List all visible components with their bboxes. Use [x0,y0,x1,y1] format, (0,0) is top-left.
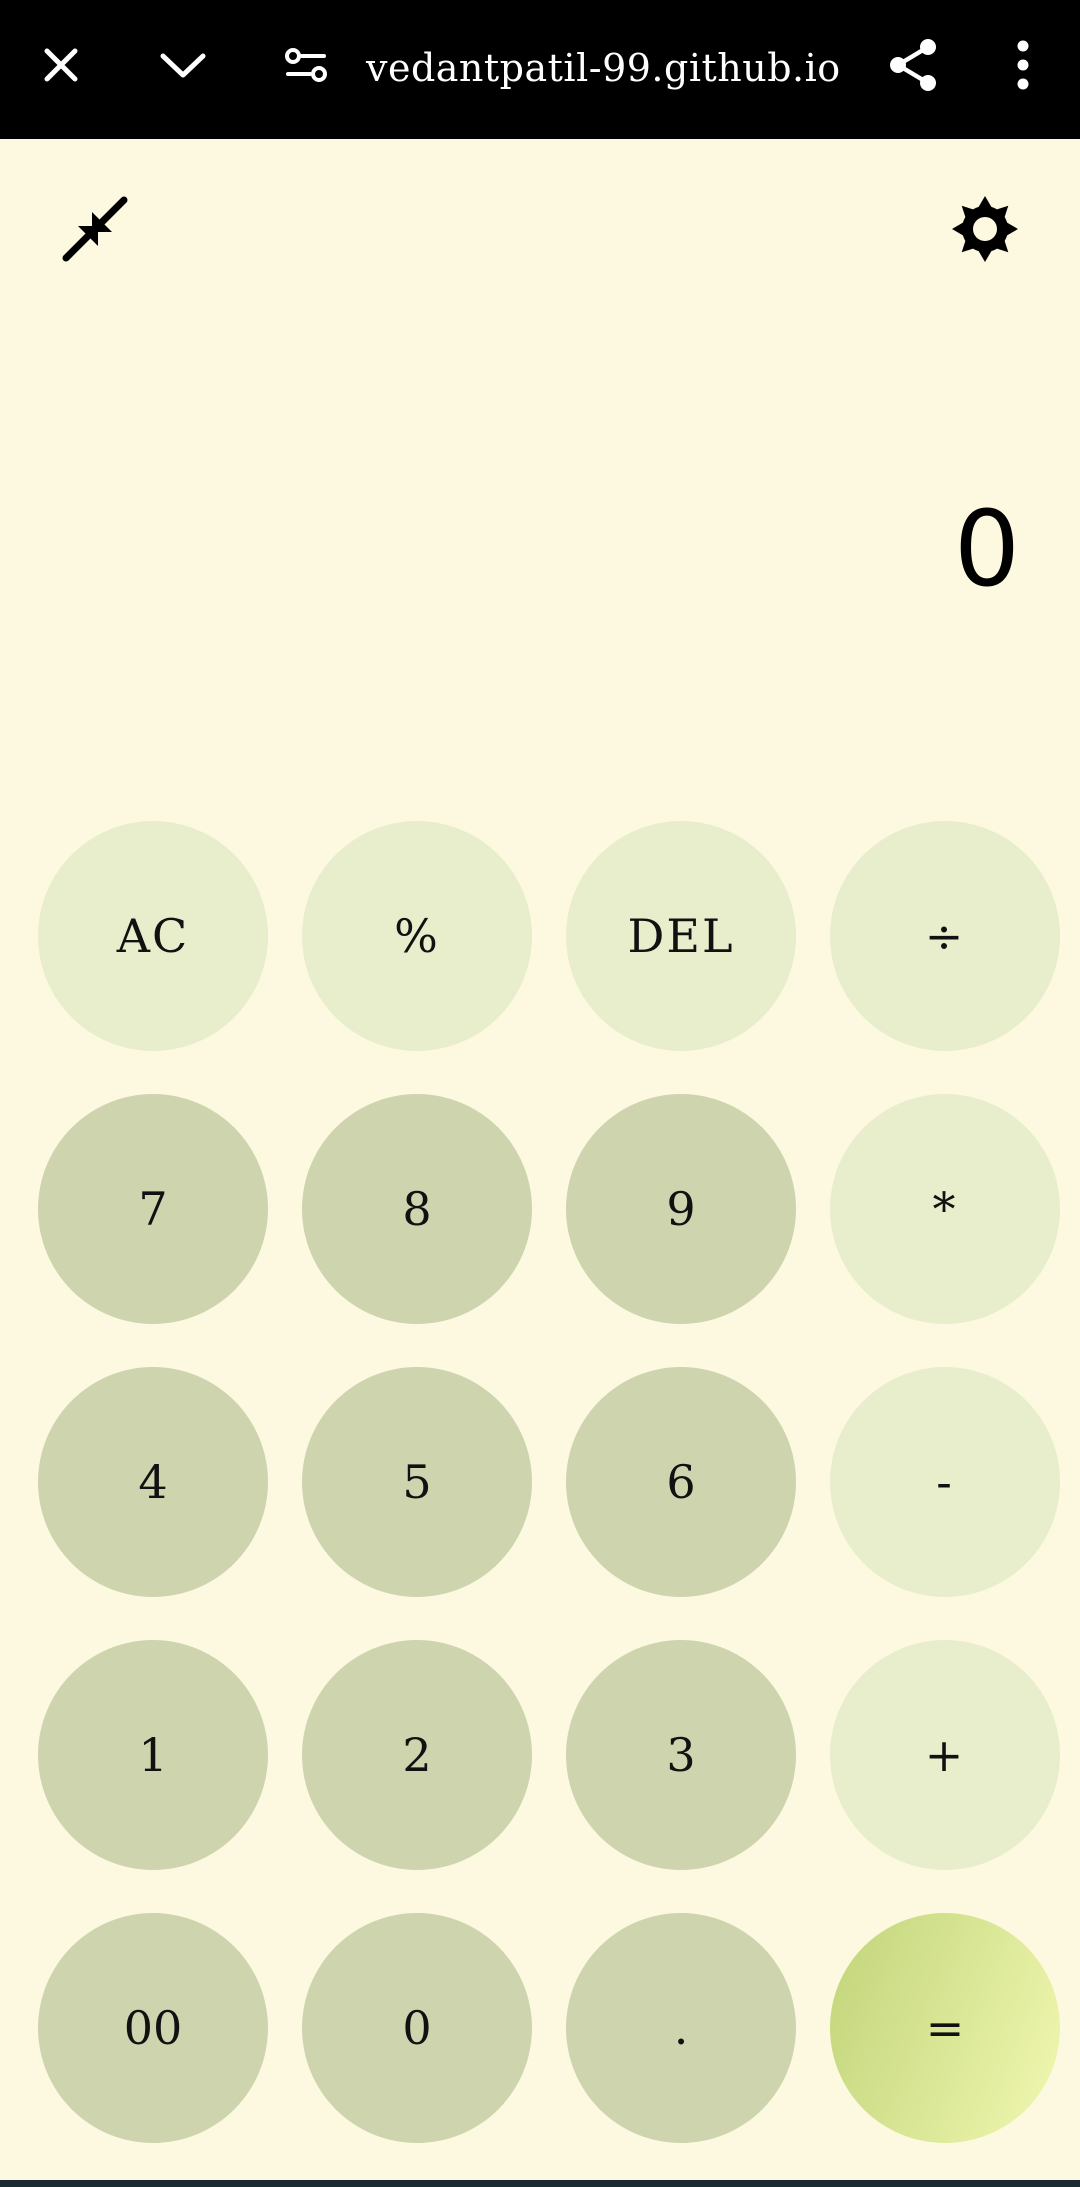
calculator-app: 0 AC % DEL ÷ 7 8 9 * 4 5 6 - 1 2 3 + 00 … [0,139,1080,2180]
more-vert-icon[interactable] [988,30,1058,100]
tune-icon[interactable] [271,30,341,100]
chevron-down-icon[interactable] [148,30,218,100]
subtract-button[interactable]: - [830,1367,1060,1597]
double-zero-button[interactable]: 00 [38,1913,268,2143]
digit-2-button[interactable]: 2 [302,1640,532,1870]
multiply-button[interactable]: * [830,1094,1060,1324]
add-button[interactable]: + [830,1640,1060,1870]
digit-7-button[interactable]: 7 [38,1094,268,1324]
result-display: 0 [953,488,1020,610]
digit-1-button[interactable]: 1 [38,1640,268,1870]
sun-gear-icon[interactable] [945,189,1025,269]
minimize-arrows-icon[interactable] [55,189,135,269]
digit-8-button[interactable]: 8 [302,1094,532,1324]
divide-button[interactable]: ÷ [830,821,1060,1051]
share-icon[interactable] [878,30,948,100]
digit-4-button[interactable]: 4 [38,1367,268,1597]
delete-button[interactable]: DEL [566,821,796,1051]
browser-toolbar: vedantpatil-99.github.io [0,0,1080,139]
percent-button[interactable]: % [302,821,532,1051]
all-clear-button[interactable]: AC [38,821,268,1051]
digit-6-button[interactable]: 6 [566,1367,796,1597]
digit-3-button[interactable]: 3 [566,1640,796,1870]
digit-0-button[interactable]: 0 [302,1913,532,2143]
digit-9-button[interactable]: 9 [566,1094,796,1324]
close-icon[interactable] [26,30,96,100]
decimal-button[interactable]: . [566,1913,796,2143]
digit-5-button[interactable]: 5 [302,1367,532,1597]
bottom-edge [0,2180,1080,2187]
url-text[interactable]: vedantpatil-99.github.io [366,38,841,98]
equals-button[interactable]: = [830,1913,1060,2143]
